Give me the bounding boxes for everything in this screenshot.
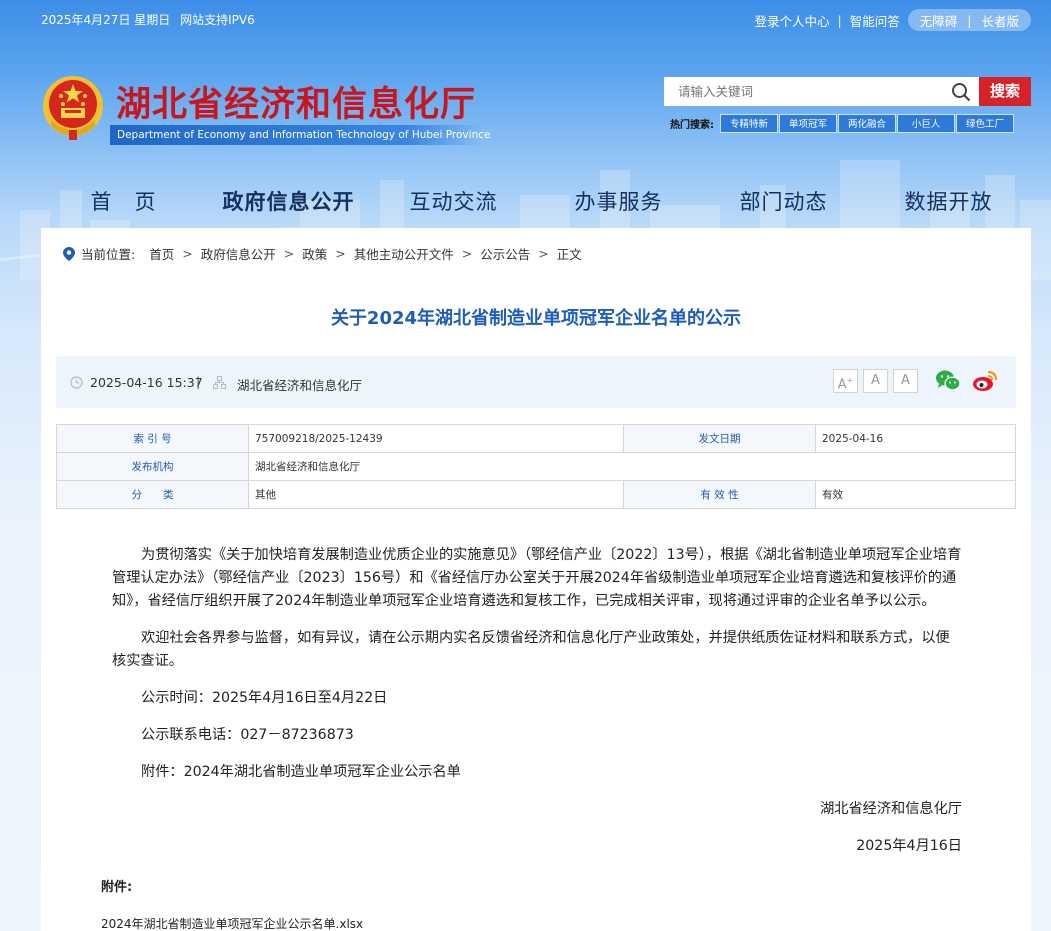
search-button[interactable]: 搜索 [979, 77, 1031, 106]
chevron-right-icon: > [182, 246, 193, 261]
nav-item-interaction[interactable]: 互动交流 [371, 180, 536, 224]
organization-icon [213, 376, 226, 389]
national-emblem-icon [43, 76, 103, 140]
breadcrumb-item[interactable]: 公示公告 [480, 244, 530, 263]
weibo-share-icon[interactable] [972, 369, 998, 393]
paragraph: 欢迎社会各界参与监督，如有异议，请在公示期内实名反馈省经济和信息化厅产业政策处，… [112, 630, 950, 669]
content-panel: 当前位置: 首页 > 政府信息公开 > 政策 > 其他主动公开文件 > 公示公告… [41, 228, 1031, 931]
table-row: 分 类 其他 有 效 性 有效 [56, 480, 1016, 509]
wechat-share-icon[interactable] [935, 369, 961, 393]
issuer-label: 发布机构 [56, 452, 249, 481]
nav-item-home[interactable]: 首 页 [41, 180, 206, 224]
ipv6-notice: 网站支持IPV6 [180, 13, 255, 27]
font-size-large-label: A [837, 377, 847, 393]
top-bar: 2025年4月27日 星期日 网站支持IPV6 登录个人中心 | 智能问答 无障… [0, 0, 1051, 38]
attachment-label: 附件: [101, 880, 133, 895]
paragraph: 为贯彻落实《关于加快培育发展制造业优质企业的实施意见》（鄂经信产业〔2022〕1… [112, 547, 962, 609]
accessibility-pill: 无障碍 | 长者版 [907, 9, 1031, 31]
search-box [664, 77, 979, 106]
article-body: 为贯彻落实《关于加快培育发展制造业优质企业的实施意见》（鄂经信产业〔2022〕1… [112, 544, 962, 872]
hot-tag[interactable]: 单项冠军 [779, 114, 837, 133]
accessibility-link[interactable]: 无障碍 [920, 11, 958, 30]
hot-search-label: 热门搜索: [670, 120, 714, 131]
validity-value: 有效 [815, 480, 1016, 509]
breadcrumb-item-current: 正文 [556, 247, 582, 262]
breadcrumb-item[interactable]: 政策 [302, 244, 327, 263]
issuer-value: 湖北省经济和信息化厅 [248, 452, 1016, 481]
document-info-table: 索 引 号 757009218/2025-12439 发文日期 2025-04-… [56, 424, 1016, 509]
sign-date: 2025年4月16日 [856, 838, 962, 854]
table-row: 发布机构 湖北省经济和信息化厅 [56, 452, 1016, 481]
attachment-line: 附件：2024年湖北省制造业单项冠军企业公示名单 [141, 764, 461, 780]
nav-item-services[interactable]: 办事服务 [536, 180, 701, 224]
issue-date-label: 发文日期 [623, 424, 816, 453]
breadcrumb-item[interactable]: 其他主动公开文件 [354, 244, 454, 263]
page-background: 2025年4月27日 星期日 网站支持IPV6 登录个人中心 | 智能问答 无障… [0, 0, 1051, 931]
article-meta-bar: 2025-04-16 15:37 | 湖北省经济和信息化厅 A+ A A [56, 356, 1016, 408]
category-value: 其他 [248, 480, 624, 509]
divider: | [967, 12, 972, 28]
breadcrumb-item[interactable]: 政府信息公开 [201, 244, 276, 263]
search-icon[interactable] [951, 82, 971, 102]
chevron-right-icon: > [461, 246, 473, 261]
article-title: 关于2024年湖北省制造业单项冠军企业名单的公示 [330, 308, 742, 329]
login-link[interactable]: 登录个人中心 [755, 11, 830, 30]
publish-time: 2025-04-16 15:37 [90, 375, 203, 390]
validity-label: 有 效 性 [623, 480, 816, 509]
font-size-small-label: A [901, 373, 910, 388]
hot-tag[interactable]: 小巨人 [897, 114, 955, 133]
qa-link[interactable]: 智能问答 [850, 11, 900, 30]
current-date: 2025年4月27日 星期日 [41, 13, 171, 27]
chevron-right-icon: > [538, 246, 549, 261]
nav-item-gov-info[interactable]: 政府信息公开 [206, 180, 371, 224]
breadcrumb-label: 当前位置: [81, 247, 136, 262]
divider: | [196, 374, 201, 389]
hot-tag[interactable]: 绿色工厂 [956, 114, 1014, 133]
publisher: 湖北省经济和信息化厅 [237, 378, 363, 393]
top-links: 登录个人中心 | 智能问答 无障碍 | 长者版 [755, 9, 1031, 31]
nav-item-news[interactable]: 部门动态 [701, 180, 866, 224]
nav-item-open-data[interactable]: 数据开放 [866, 180, 1031, 224]
hot-tag[interactable]: 两化融合 [838, 114, 896, 133]
publicity-period: 公示时间：2025年4月16日至4月22日 [141, 690, 388, 706]
hot-tag[interactable]: 专精特新 [720, 114, 778, 133]
breadcrumb-item[interactable]: 首页 [149, 244, 174, 263]
divider: | [837, 12, 842, 28]
date-info: 2025年4月27日 星期日 网站支持IPV6 [41, 11, 261, 28]
index-value: 757009218/2025-12439 [248, 424, 624, 453]
breadcrumb: 当前位置: 首页 > 政府信息公开 > 政策 > 其他主动公开文件 > 公示公告… [63, 244, 582, 263]
font-size-medium-button[interactable]: A [863, 369, 888, 393]
attachment-file-link[interactable]: 2024年湖北省制造业单项冠军企业公示名单.xlsx [101, 915, 363, 931]
issue-date-value: 2025-04-16 [815, 424, 1016, 453]
chevron-right-icon: > [335, 246, 346, 261]
site-title: 湖北省经济和信息化厅 [116, 85, 477, 125]
location-pin-icon [63, 246, 75, 261]
font-size-small-button[interactable]: A [893, 369, 918, 393]
font-size-medium-label: A [871, 373, 880, 388]
index-label: 索 引 号 [56, 424, 249, 453]
site-title-english: Department of Economy and Information Te… [110, 125, 490, 145]
contact-phone: 公示联系电话：027－87236873 [141, 727, 354, 743]
chevron-right-icon: > [283, 246, 295, 261]
signer: 湖北省经济和信息化厅 [820, 801, 962, 817]
search-input[interactable] [664, 77, 944, 106]
elder-mode-link[interactable]: 长者版 [981, 11, 1019, 30]
clock-icon [70, 376, 83, 389]
category-label: 分 类 [56, 480, 249, 509]
main-nav: 首 页 政府信息公开 互动交流 办事服务 部门动态 数据开放 [41, 180, 1031, 224]
hot-searches: 热门搜索: 专精特新 单项冠军 两化融合 小巨人 绿色工厂 [670, 114, 1015, 133]
table-row: 索 引 号 757009218/2025-12439 发文日期 2025-04-… [56, 424, 1016, 453]
font-size-large-button[interactable]: A+ [833, 369, 858, 393]
